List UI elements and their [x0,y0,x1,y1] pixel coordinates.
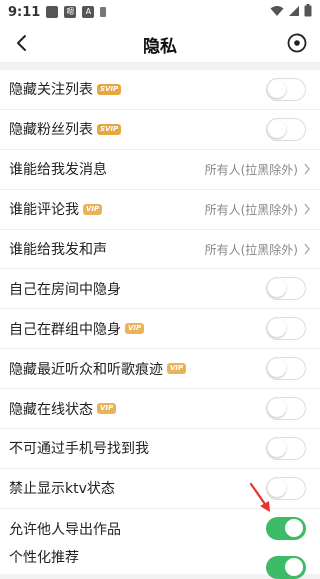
settings-row[interactable]: 谁能给我发和声 所有人(拉黑除外) [0,230,320,270]
setting-toggle[interactable] [266,357,306,381]
setting-label: 不可通过手机号找到我 [9,441,149,458]
setting-label: 隐藏在线状态 VIP [9,399,117,419]
toggle-knob [268,399,286,418]
toggle-knob [268,319,286,338]
status-bar: 9:11 嗯 A [0,0,320,24]
page-title: 隐私 [143,37,177,57]
setting-label: 个性化推荐 [9,550,79,566]
signal-icon [289,5,299,16]
setting-label: 隐藏关注列表 SVIP [9,79,122,99]
vip-badge: VIP [83,203,103,215]
setting-label: 隐藏粉丝列表 SVIP [9,119,122,139]
settings-row[interactable]: 谁能评论我 VIP 所有人(拉黑除外) [0,190,320,230]
chevron-right-icon [304,203,310,215]
setting-label: 谁能给我发消息 [9,162,107,179]
vip-badge: VIP [97,403,117,415]
setting-label: 谁能给我发和声 [9,242,107,258]
alert-icon: A [82,6,95,18]
settings-row[interactable]: 隐藏最近听众和听歌痕迹 VIP [0,349,320,390]
setting-label: 禁止显示ktv状态 [9,481,115,498]
settings-row[interactable]: 不可通过手机号找到我 [0,429,320,469]
vip-badge: VIP [125,323,145,335]
notification-icon [46,6,59,18]
setting-label: 自己在房间中隐身 [9,281,121,298]
sim-icon [100,7,107,17]
setting-value: 所有人(拉黑除外) [204,162,298,177]
setting-label: 允许他人导出作品 [9,521,121,538]
privacy-settings-list: 隐藏关注列表 SVIP 隐藏粉丝列表 SVIP 谁能给我发消息 所有人(拉黑除外) 谁能评论… [0,70,320,549]
setting-toggle[interactable] [266,397,306,421]
setting-label: 隐藏最近听众和听歌痕迹 VIP [9,359,187,379]
settings-row[interactable]: 隐藏关注列表 SVIP [0,70,320,110]
wifi-icon [270,5,284,16]
toggle-knob [285,518,303,537]
setting-label: 自己在群组中隐身 VIP [9,319,145,339]
toggle-knob [285,558,303,576]
settings-row[interactable]: 自己在房间中隐身 [0,269,320,310]
battery-icon [304,4,312,17]
toggle-knob [268,279,286,298]
setting-toggle[interactable] [266,277,306,301]
settings-row[interactable]: 隐藏在线状态 VIP [0,389,320,430]
chevron-right-icon [304,163,310,175]
app-icon: 嗯 [64,6,77,18]
svip-badge: SVIP [97,83,122,95]
annotation-arrow-icon [249,482,270,512]
setting-toggle[interactable] [266,317,306,341]
vip-badge: VIP [167,363,187,375]
toggle-knob [268,359,286,378]
toggle-knob [268,80,286,98]
setting-value: 所有人(拉黑除外) [204,242,298,257]
setting-toggle[interactable] [266,78,306,101]
setting-toggle[interactable] [266,437,306,461]
status-time: 9:11 [8,4,41,20]
record-icon[interactable] [286,32,308,54]
toggle-knob [268,119,286,138]
toggle-knob [268,439,286,458]
setting-toggle[interactable] [266,516,306,540]
setting-toggle[interactable] [266,556,306,579]
settings-row[interactable]: 谁能给我发消息 所有人(拉黑除外) [0,150,320,190]
chevron-right-icon [304,243,310,255]
setting-label: 谁能评论我 VIP [9,199,103,219]
setting-toggle[interactable] [266,117,306,141]
section2-row[interactable]: 个性化推荐 [0,544,320,579]
settings-row[interactable]: 隐藏粉丝列表 SVIP [0,110,320,150]
recommendation-settings-list: 个性化推荐 [0,544,320,579]
header: 隐私 [0,24,320,63]
setting-value: 所有人(拉黑除外) [204,202,298,217]
svip-badge: SVIP [97,123,122,135]
settings-row[interactable]: 自己在群组中隐身 VIP [0,309,320,350]
